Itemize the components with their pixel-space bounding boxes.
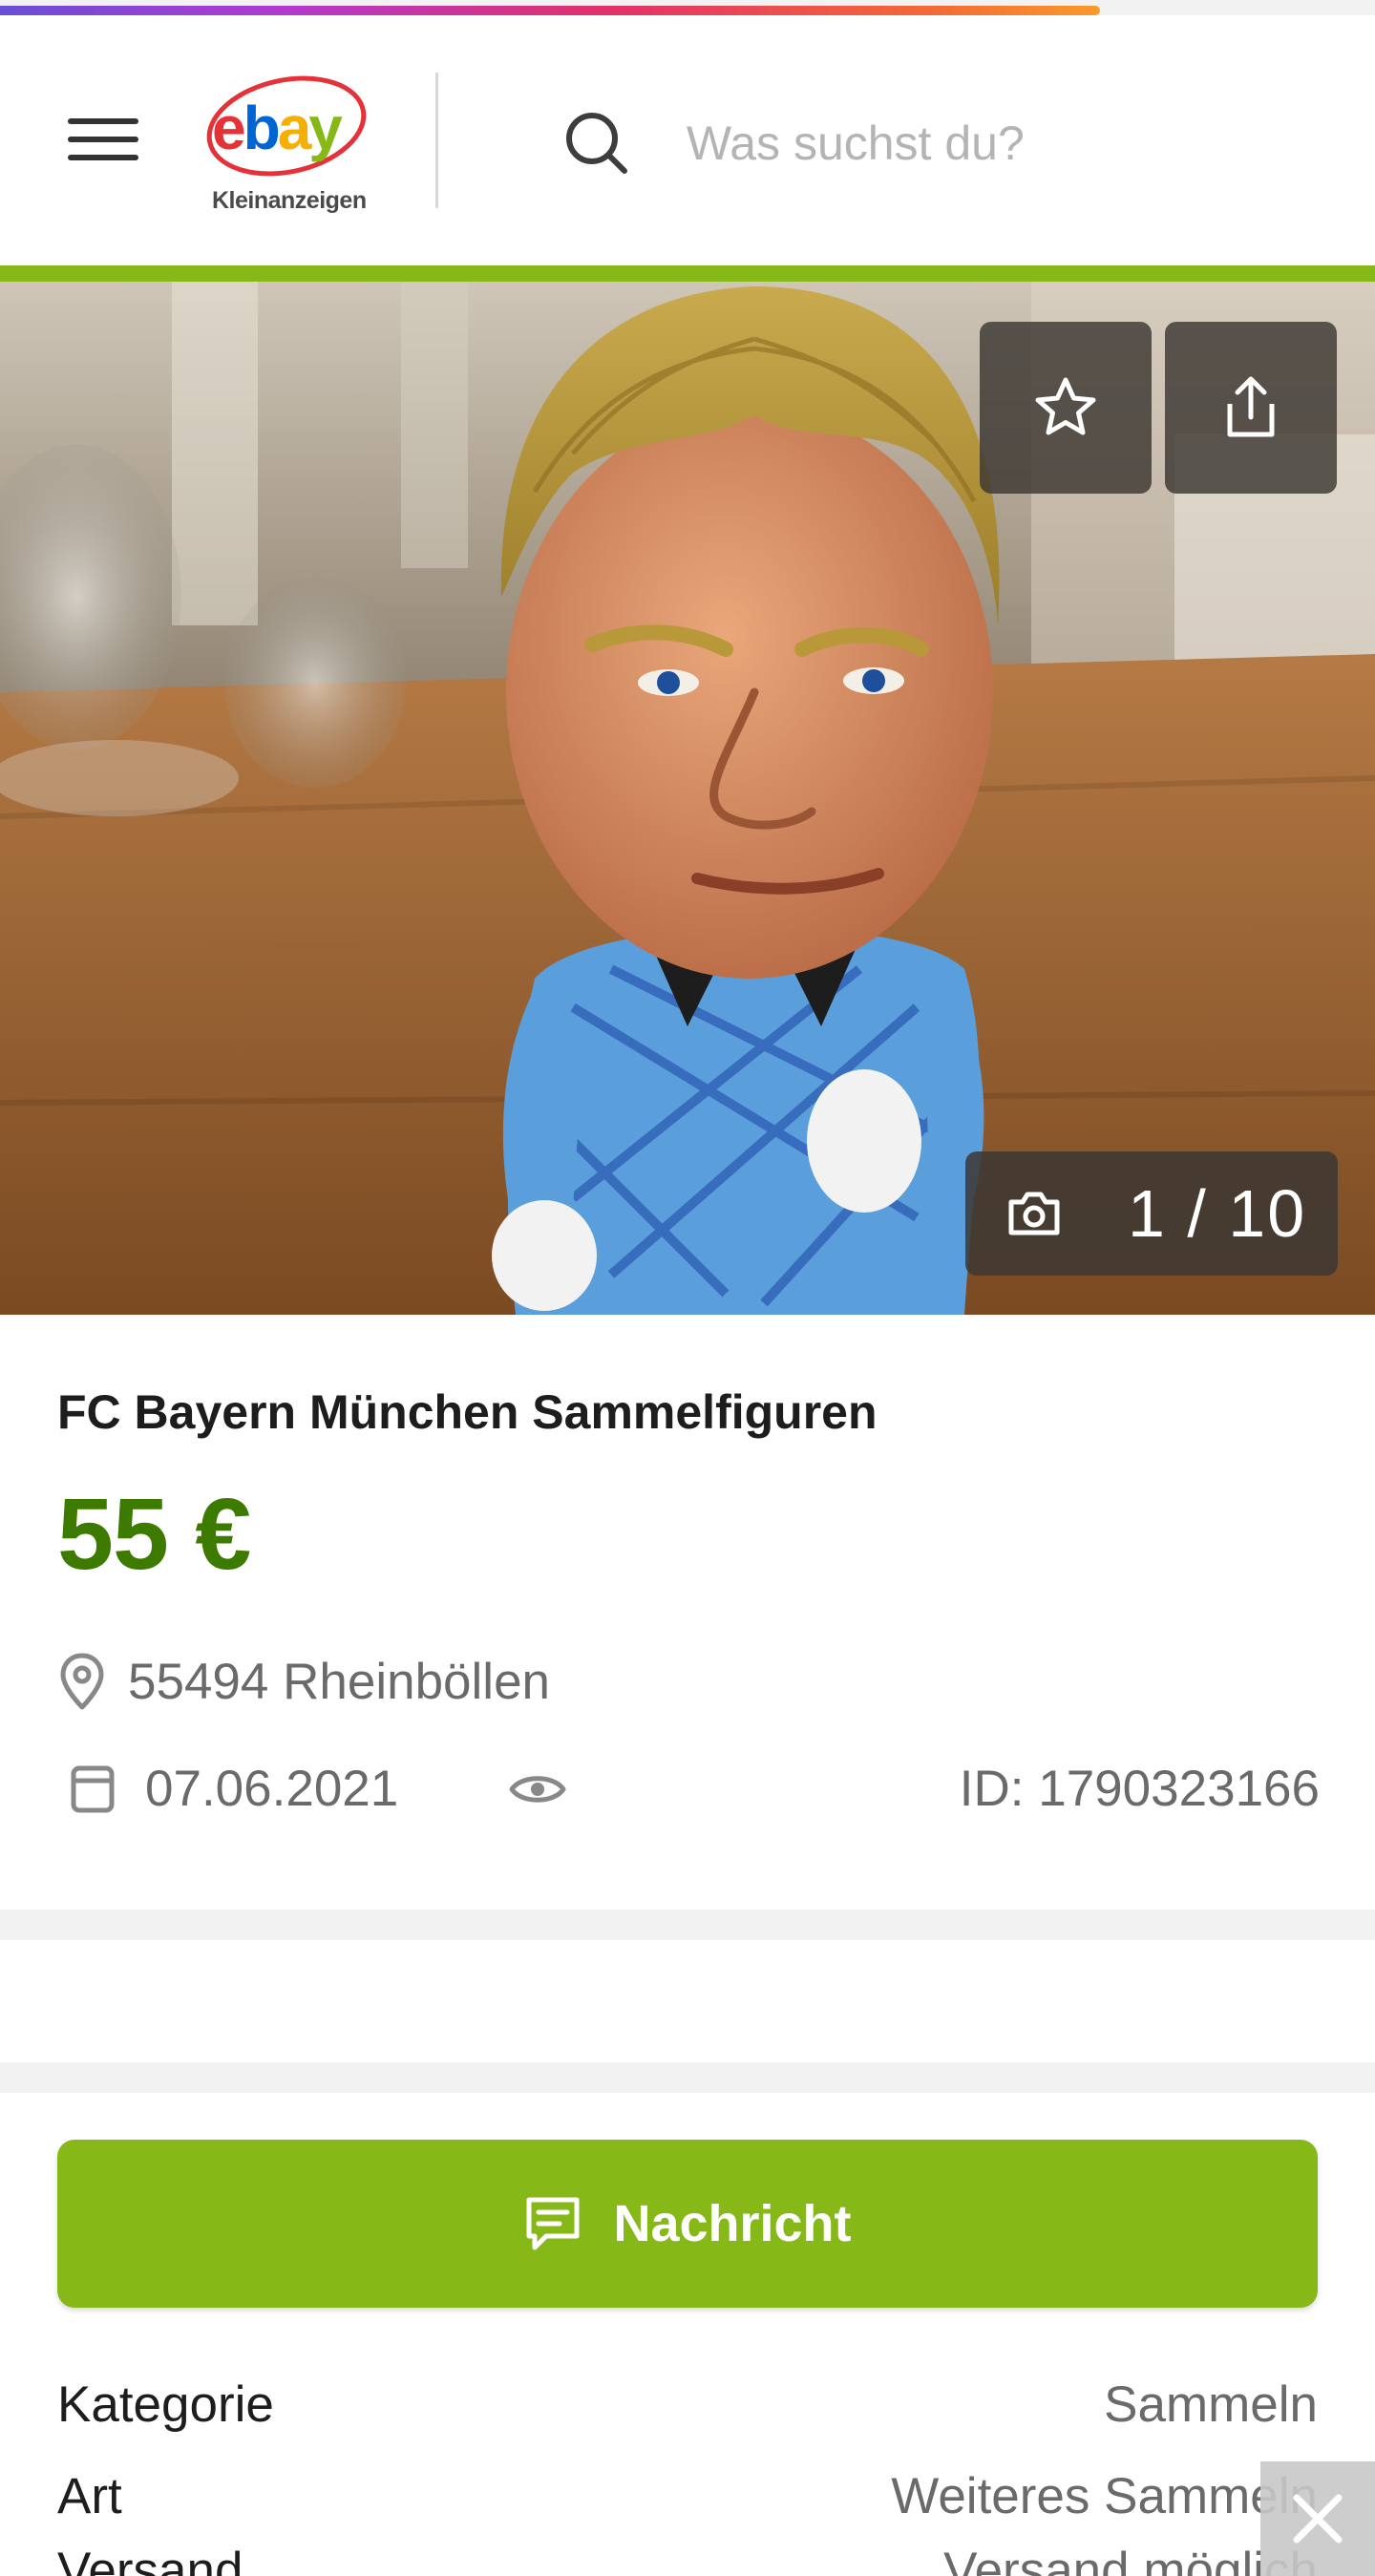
header-accent-line — [0, 265, 1375, 282]
listing-details: FC Bayern München Sammelfiguren 55 € 554… — [0, 1315, 1375, 1910]
camera-icon — [1008, 1192, 1060, 1235]
menu-icon-bar — [68, 137, 138, 142]
menu-button[interactable] — [57, 94, 149, 185]
image-counter-text: 1 / 10 — [1128, 1176, 1307, 1251]
favorite-button[interactable] — [980, 322, 1152, 494]
attribute-row: Kategorie Sammeln — [57, 2358, 1318, 2450]
message-button[interactable]: Nachricht — [57, 2140, 1318, 2308]
message-button-label: Nachricht — [613, 2195, 852, 2252]
header-divider — [435, 73, 438, 208]
search-icon[interactable] — [563, 103, 645, 183]
listing-date: 07.06.2021 — [69, 1760, 398, 1818]
location-text: 55494 Rheinböllen — [128, 1653, 551, 1710]
share-icon — [1227, 376, 1275, 437]
site-logo[interactable]: ebay Kleinanzeigen — [202, 71, 384, 223]
star-icon — [1035, 377, 1096, 435]
listing-location[interactable]: 55494 Rheinböllen — [57, 1652, 550, 1711]
loading-progress-fill — [0, 6, 1100, 15]
calendar-icon — [71, 1765, 115, 1812]
date-text: 07.06.2021 — [145, 1761, 399, 1817]
attribute-key: Art — [57, 2467, 122, 2524]
share-button[interactable] — [1165, 322, 1337, 494]
attribute-row: Versand Versand möglich — [57, 2542, 1318, 2576]
image-gallery[interactable]: 1 / 10 — [0, 282, 1375, 1315]
message-icon — [526, 2197, 580, 2250]
listing-meta: 07.06.2021 ID: 1790323166 — [69, 1760, 1320, 1826]
attribute-value[interactable]: Weiteres Sammeln — [891, 2467, 1318, 2525]
section-divider — [0, 1910, 1375, 1940]
listing-id: ID: 1790323166 — [959, 1761, 1320, 1817]
logo-subtitle: Kleinanzeigen — [212, 187, 367, 214]
location-pin-icon — [60, 1653, 104, 1710]
attribute-row: Art Weiteres Sammeln — [57, 2450, 1318, 2542]
menu-icon-bar — [68, 155, 138, 160]
search-bar[interactable] — [563, 103, 1346, 183]
listing-title: FC Bayern München Sammelfiguren — [57, 1385, 878, 1439]
image-counter[interactable]: 1 / 10 — [965, 1151, 1338, 1276]
search-input[interactable] — [686, 116, 1346, 171]
menu-icon-bar — [68, 118, 138, 124]
section-spacer — [0, 1940, 1375, 2062]
section-divider — [0, 2062, 1375, 2093]
loading-progress-track — [0, 0, 1375, 15]
site-header: ebay Kleinanzeigen — [0, 15, 1375, 265]
attributes-table: Kategorie Sammeln Art Weiteres Sammeln V… — [57, 2358, 1318, 2576]
close-icon — [1293, 2494, 1343, 2544]
svg-text:ebay: ebay — [212, 94, 343, 162]
eye-icon — [509, 1776, 566, 1803]
attribute-key: Versand — [57, 2543, 243, 2576]
attribute-key: Kategorie — [57, 2375, 274, 2433]
close-button[interactable] — [1260, 2461, 1375, 2576]
listing-price: 55 € — [57, 1478, 251, 1591]
attribute-value[interactable]: Sammeln — [1104, 2375, 1318, 2434]
logo-icon: ebay — [206, 75, 367, 177]
